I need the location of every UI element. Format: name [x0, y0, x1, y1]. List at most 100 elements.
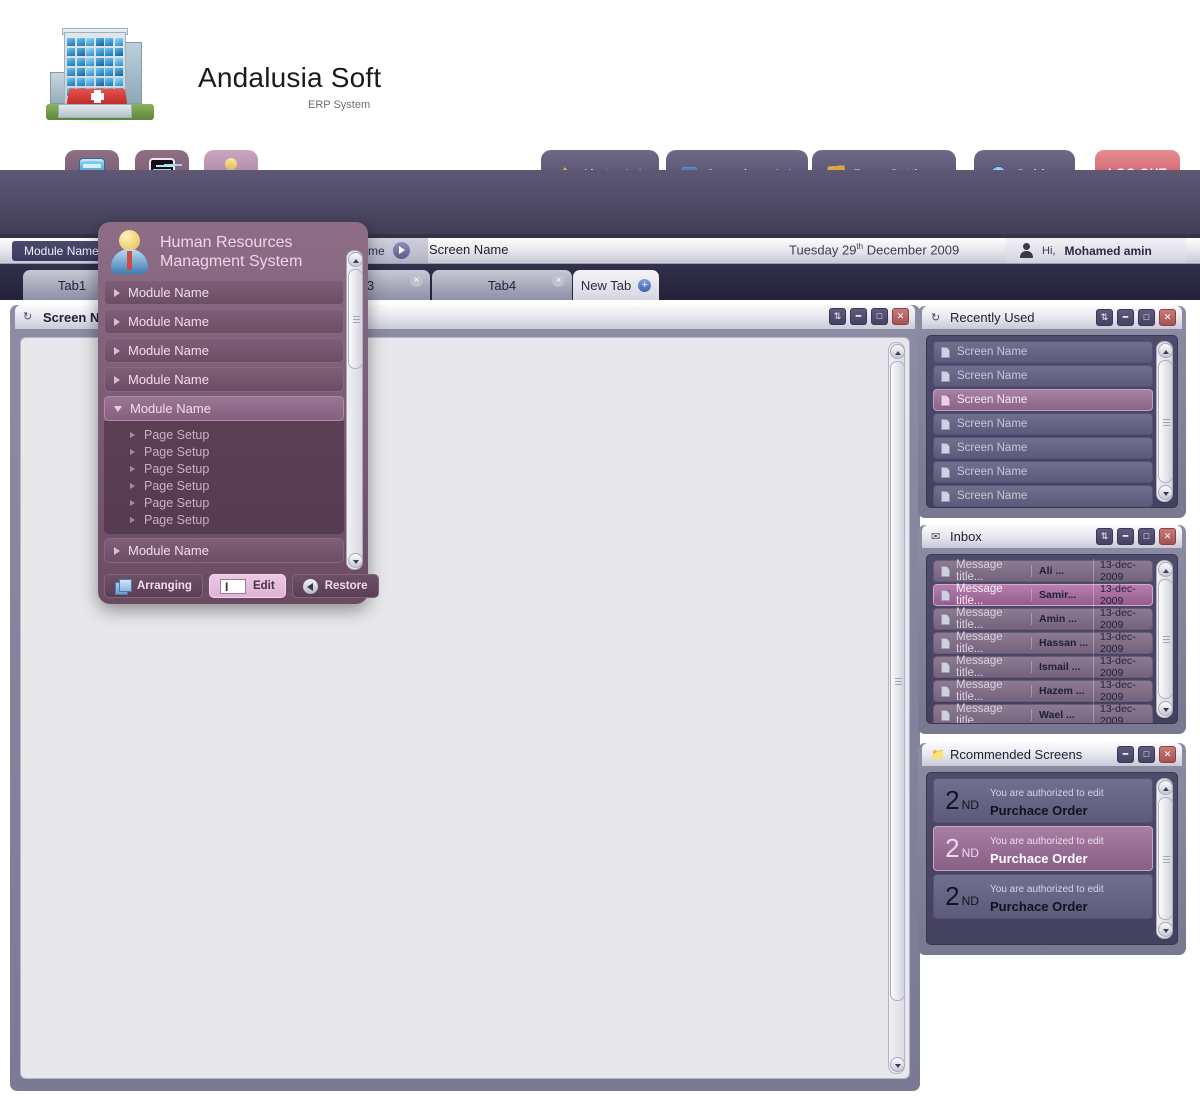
scroll-thumb[interactable]	[348, 269, 363, 369]
table-row[interactable]: Message title... Amin ... 13-dec-2009	[933, 607, 1153, 631]
message-date: 13-dec-2009	[1093, 679, 1152, 703]
table-row[interactable]: Message title... Ali ... 13-dec-2009	[933, 559, 1153, 583]
minimize-icon[interactable]: ━	[1117, 528, 1134, 545]
office-building-icon	[38, 24, 160, 128]
list-item[interactable]: 2 ND You are authorized to edit Purchace O…	[933, 826, 1153, 871]
scroll-down-icon[interactable]	[890, 1057, 905, 1072]
rank-number: 2 ND	[934, 833, 990, 864]
table-row[interactable]: Message title... Samir... 13-dec-2009	[933, 583, 1153, 607]
chevron-right-icon	[130, 482, 135, 489]
close-icon[interactable]: ✕	[892, 308, 909, 325]
user-menu[interactable]: Hi, Mohamed amin	[1006, 238, 1186, 263]
scroll-thumb[interactable]	[1158, 797, 1173, 920]
document-icon	[941, 370, 950, 382]
message-sender: Amin ...	[1031, 613, 1093, 625]
message-sender: Hassan ...	[1031, 637, 1093, 649]
table-row[interactable]: Message title... Hazem ... 13-dec-2009	[933, 679, 1153, 703]
document-icon	[941, 661, 950, 673]
rank-suffix: ND	[961, 894, 979, 908]
scroll-down-icon[interactable]	[1158, 922, 1173, 937]
refresh-icon[interactable]: ↻	[23, 311, 35, 323]
hr-module-item[interactable]: Module Name	[104, 280, 344, 305]
scroll-up-icon[interactable]	[348, 252, 363, 267]
add-tab-icon[interactable]: +	[638, 278, 652, 292]
scroll-thumb[interactable]	[1158, 579, 1173, 699]
table-row[interactable]: Message title... Hassan ... 13-dec-2009	[933, 631, 1153, 655]
scroll-thumb[interactable]	[890, 361, 905, 1001]
hr-page-item[interactable]: Page Setup	[130, 443, 344, 460]
hr-module-label: Module Name	[128, 285, 209, 300]
tab-label: Tab1	[57, 277, 87, 293]
hr-module-item[interactable]: Module Name	[104, 309, 344, 334]
widget-scrollbar[interactable]	[1156, 341, 1173, 502]
table-row[interactable]: Message title... Wael ... 13-dec-2009	[933, 703, 1153, 723]
list-item[interactable]: Screen Name	[933, 461, 1153, 483]
arranging-button[interactable]: Arranging	[104, 574, 203, 598]
tab-label: Tab4	[487, 277, 517, 293]
list-item[interactable]: Screen Name	[933, 365, 1153, 387]
hr-module-item[interactable]: Module Name	[104, 367, 344, 392]
maximize-icon[interactable]: □	[1138, 309, 1155, 326]
document-icon	[941, 394, 950, 406]
hr-page-label: Page Setup	[144, 512, 210, 527]
tab-close-icon[interactable]: ×	[552, 274, 565, 287]
tab-new-tab[interactable]: New Tab +	[573, 270, 659, 300]
hr-module-item-expanded[interactable]: Module Name	[104, 396, 344, 421]
tab-close-icon[interactable]: ×	[410, 274, 423, 287]
close-icon[interactable]: ✕	[1159, 746, 1176, 763]
hr-page-item[interactable]: Page Setup	[130, 460, 344, 477]
restore-button[interactable]: Restore	[291, 574, 379, 598]
close-icon[interactable]: ✕	[1159, 309, 1176, 326]
restore-icon[interactable]: ⇅	[829, 308, 846, 325]
widget-body: 2 ND You are authorized to edit Purchace O…	[926, 772, 1178, 945]
document-icon	[941, 685, 950, 697]
hr-panel-scrollbar[interactable]	[346, 250, 363, 570]
tab-tab4[interactable]: Tab4 ×	[432, 270, 572, 300]
chevron-right-icon	[392, 242, 410, 259]
hr-page-item[interactable]: Page Setup	[130, 511, 344, 528]
widget-recommended-screens: 📁 Rcommended Screens ━ □ ✕ 2 ND You are a…	[918, 743, 1186, 955]
list-item[interactable]: Screen Name	[933, 485, 1153, 507]
minimize-icon[interactable]: ━	[1117, 746, 1134, 763]
breadcrumb-module-button[interactable]: Module Name	[12, 241, 111, 261]
scroll-thumb[interactable]	[1158, 360, 1173, 483]
scroll-up-icon[interactable]	[1158, 343, 1173, 358]
scroll-down-icon[interactable]	[1158, 701, 1173, 716]
document-icon	[941, 442, 950, 454]
window-buttons: ⇅ ━ □ ✕	[829, 308, 909, 325]
minimize-icon[interactable]: ━	[1117, 309, 1134, 326]
hr-page-item[interactable]: Page Setup	[130, 494, 344, 511]
hr-page-item[interactable]: Page Setup	[130, 426, 344, 443]
refresh-icon[interactable]: ↻	[931, 312, 943, 324]
content-scrollbar[interactable]	[888, 342, 905, 1074]
scroll-up-icon[interactable]	[1158, 780, 1173, 795]
edit-button[interactable]: Edit	[208, 574, 286, 598]
list-item[interactable]: 2 ND You are authorized to edit Purchace O…	[933, 874, 1153, 919]
minimize-icon[interactable]: ━	[850, 308, 867, 325]
table-row[interactable]: Message title... Ismail ... 13-dec-2009	[933, 655, 1153, 679]
list-item[interactable]: Screen Name	[933, 437, 1153, 459]
hr-page-label: Page Setup	[144, 427, 210, 442]
scroll-down-icon[interactable]	[1158, 485, 1173, 500]
message-title: Message title...	[956, 607, 1003, 631]
hr-page-item[interactable]: Page Setup	[130, 477, 344, 494]
maximize-icon[interactable]: □	[1138, 528, 1155, 545]
list-item[interactable]: Screen Name	[933, 389, 1153, 411]
scroll-down-icon[interactable]	[348, 553, 363, 568]
maximize-icon[interactable]: □	[871, 308, 888, 325]
hr-module-item[interactable]: Module Name	[104, 338, 344, 363]
list-item[interactable]: Screen Name	[933, 413, 1153, 435]
list-item[interactable]: Screen Name	[933, 341, 1153, 363]
chevron-right-icon	[130, 431, 135, 438]
maximize-icon[interactable]: □	[1138, 746, 1155, 763]
close-icon[interactable]: ✕	[1159, 528, 1176, 545]
widget-scrollbar[interactable]	[1156, 778, 1173, 939]
scroll-up-icon[interactable]	[890, 344, 905, 359]
restore-icon[interactable]: ⇅	[1096, 309, 1113, 326]
widget-scrollbar[interactable]	[1156, 560, 1173, 718]
document-icon	[941, 709, 950, 721]
scroll-up-icon[interactable]	[1158, 562, 1173, 577]
hr-module-item[interactable]: Module Name	[104, 538, 344, 563]
restore-icon[interactable]: ⇅	[1096, 528, 1113, 545]
list-item[interactable]: 2 ND You are authorized to edit Purchace O…	[933, 778, 1153, 823]
